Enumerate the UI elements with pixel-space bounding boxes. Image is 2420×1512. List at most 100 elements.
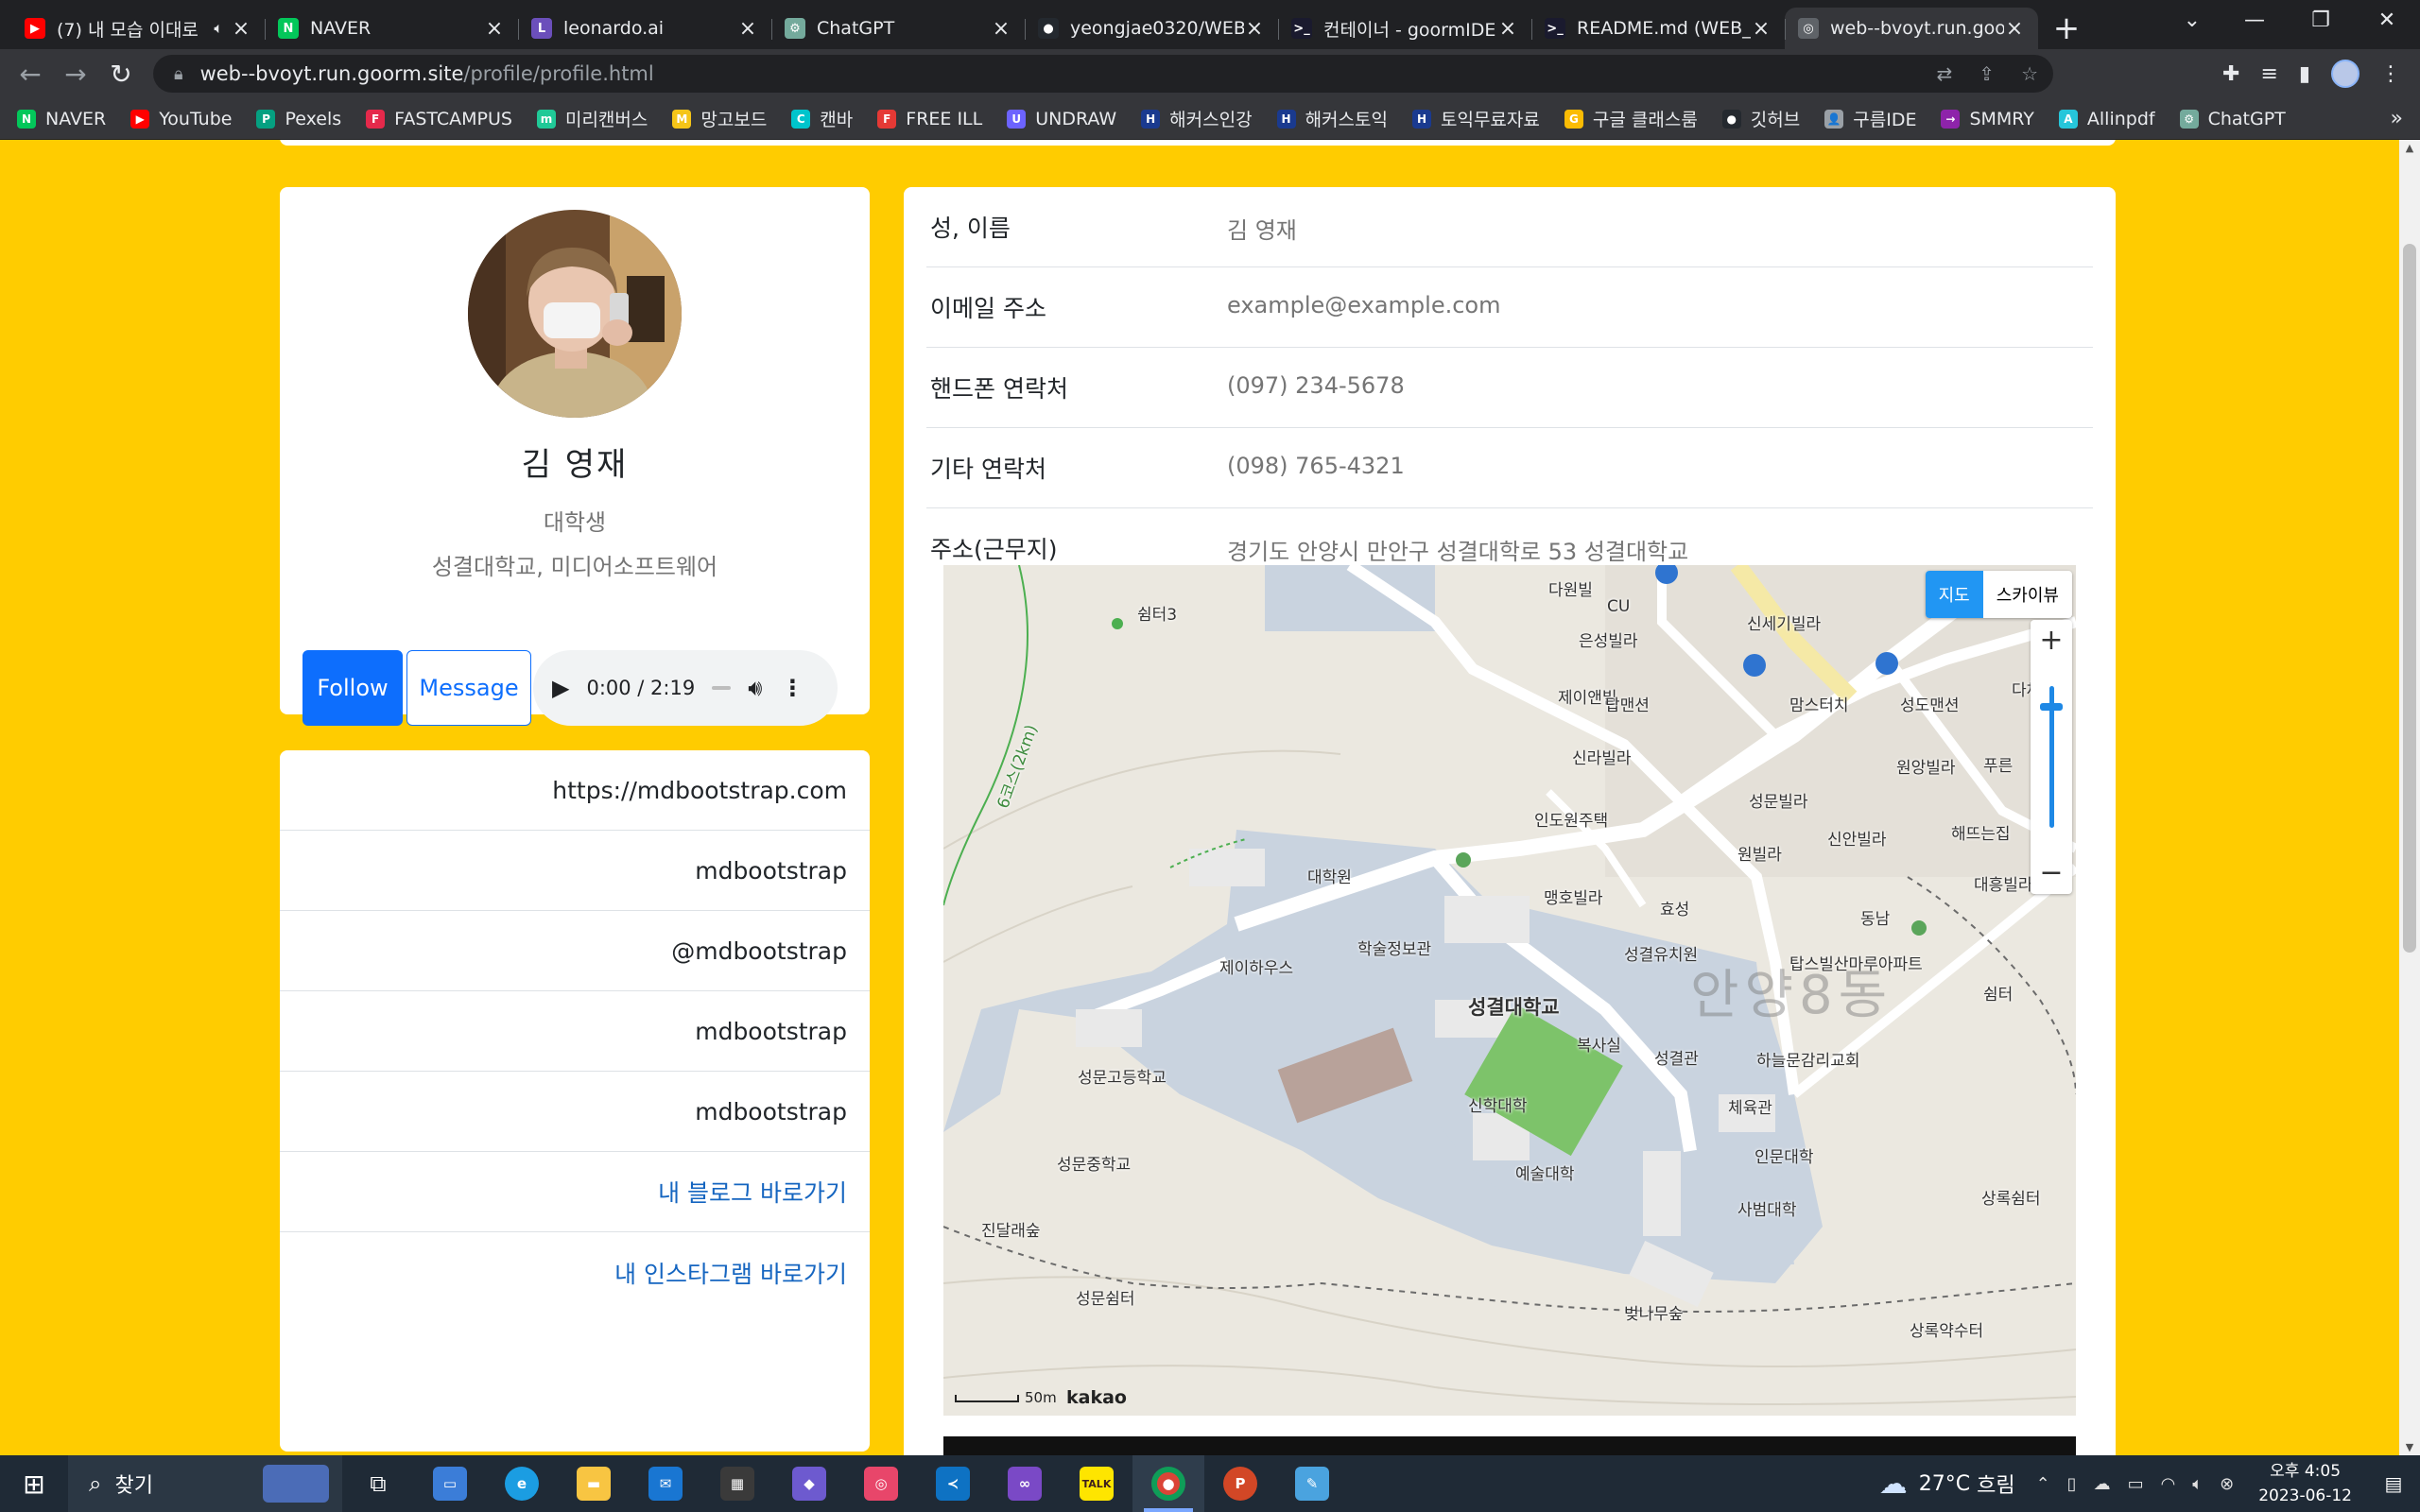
- map-place-label[interactable]: 성문쉼터: [1076, 1285, 1135, 1309]
- wifi-icon[interactable]: ◠: [2161, 1474, 2176, 1494]
- map-place-label[interactable]: 신안빌라: [1827, 826, 1887, 850]
- onedrive-icon[interactable]: ☁: [2094, 1474, 2111, 1494]
- map-type-map-button[interactable]: 지도: [1925, 571, 1983, 618]
- media-control-icon[interactable]: ≡: [2260, 62, 2277, 86]
- browser-tab[interactable]: >_ README.md (WEB_2 ×: [1531, 8, 1785, 49]
- map-place-label[interactable]: 성문고등학교: [1078, 1064, 1167, 1088]
- profile-avatar-icon[interactable]: [2331, 60, 2360, 88]
- bookmarks-overflow-icon[interactable]: »: [2391, 98, 2403, 140]
- follow-button[interactable]: Follow: [302, 650, 403, 726]
- address-bar[interactable]: 🔒︎ web--bvoyt.run.goorm.site/profile/pro…: [153, 55, 2053, 93]
- map-place-label[interactable]: 복사실: [1577, 1032, 1621, 1056]
- bookmark-item[interactable]: m 미리캔버스: [536, 106, 648, 131]
- bookmark-item[interactable]: ⚙ ChatGPT: [2179, 106, 2286, 131]
- zoom-in-button[interactable]: +: [2031, 620, 2072, 662]
- map-place-label[interactable]: 예술대학: [1515, 1160, 1575, 1184]
- bookmark-item[interactable]: F FREE ILL: [877, 106, 982, 131]
- browser-tab[interactable]: N NAVER ×: [265, 8, 518, 49]
- map-place-label[interactable]: 맘스터치: [1789, 692, 1849, 715]
- bookmark-item[interactable]: A Allinpdf: [2058, 106, 2155, 131]
- weather-widget[interactable]: ☁ 27°C 흐림: [1879, 1468, 2015, 1501]
- vscode-icon[interactable]: ≺: [917, 1455, 989, 1512]
- map-place-label[interactable]: 신학대학: [1468, 1092, 1528, 1116]
- map-place-label[interactable]: 성문빌라: [1749, 788, 1808, 812]
- tab-search-icon[interactable]: ⌄: [2184, 0, 2201, 42]
- link-row[interactable]: mdbootstrap: [280, 991, 870, 1072]
- map-place-label[interactable]: 진달래숲: [981, 1217, 1041, 1241]
- map-place-label[interactable]: 효성: [1660, 896, 1689, 919]
- bookmark-item[interactable]: 👤 구름IDE: [1824, 106, 1916, 131]
- file-explorer-icon[interactable]: ▬: [558, 1455, 630, 1512]
- map-place-label[interactable]: 원빌라: [1737, 841, 1782, 865]
- map-place-label[interactable]: 대흥빌라: [1974, 871, 2033, 895]
- kakao-map[interactable]: 쉼터3다원빌신세기빌라CU은성빌라제이앤빌탑맨션맘스터치성도맨션다채빌라신라빌라…: [943, 565, 2076, 1416]
- map-place-label[interactable]: 상록쉼터: [1981, 1185, 2041, 1209]
- new-tab-button[interactable]: +: [2038, 8, 2095, 49]
- app-icon-explorer-remote[interactable]: ▭: [414, 1455, 486, 1512]
- map-place-label[interactable]: 쉼터3: [1137, 601, 1177, 625]
- map-place-label[interactable]: 체육관: [1728, 1094, 1772, 1118]
- tab-close-icon[interactable]: ×: [484, 17, 505, 41]
- forward-icon[interactable]: →: [53, 59, 98, 90]
- map-place-label[interactable]: 원앙빌라: [1896, 754, 1956, 778]
- bookmark-item[interactable]: U UNDRAW: [1007, 106, 1116, 131]
- map-place-label[interactable]: 인문대학: [1754, 1143, 1814, 1167]
- message-button[interactable]: Message: [406, 650, 531, 726]
- tab-close-icon[interactable]: ×: [231, 17, 251, 41]
- bookmark-item[interactable]: H 해커스인강: [1141, 106, 1253, 131]
- bookmark-item[interactable]: → SMMRY: [1941, 106, 2034, 131]
- tab-audio-icon[interactable]: 🔈︎: [214, 19, 223, 38]
- audio-progress-bar[interactable]: [712, 686, 732, 690]
- notification-icon[interactable]: ▤: [2375, 1472, 2412, 1495]
- tab-close-icon[interactable]: ×: [2004, 17, 2025, 41]
- map-place-label[interactable]: 다원빌: [1548, 576, 1593, 600]
- map-place-label[interactable]: 사범대학: [1737, 1196, 1797, 1220]
- map-place-label[interactable]: 해뜨는집: [1951, 820, 2011, 844]
- browser-tab[interactable]: >_ 컨테이너 - goormIDE ×: [1278, 8, 1531, 49]
- powerpoint-icon[interactable]: P: [1204, 1455, 1276, 1512]
- tab-close-icon[interactable]: ×: [1244, 17, 1265, 41]
- kakaotalk-icon[interactable]: TALK: [1061, 1455, 1132, 1512]
- map-place-label[interactable]: 신라빌라: [1572, 745, 1632, 768]
- bookmark-item[interactable]: ● 깃허브: [1721, 106, 1800, 131]
- page-scrollbar[interactable]: ▲ ▼: [2399, 140, 2420, 1455]
- bookmark-star-icon[interactable]: ☆: [2021, 55, 2038, 93]
- map-place-label[interactable]: 학술정보관: [1357, 936, 1431, 959]
- map-place-label[interactable]: 성도맨션: [1900, 692, 1960, 715]
- side-panel-icon[interactable]: ▮: [2299, 62, 2310, 86]
- map-place-label[interactable]: 대학원: [1307, 864, 1352, 887]
- browser-tab[interactable]: ▶ (7) 내 모습 이대로 🔈︎ ×: [11, 8, 265, 49]
- bookmark-item[interactable]: P Pexels: [256, 106, 341, 131]
- minimize-icon[interactable]: —: [2221, 0, 2288, 43]
- map-place-label[interactable]: 신세기빌라: [1747, 610, 1821, 634]
- close-window-icon[interactable]: ✕: [2354, 0, 2420, 43]
- browser-tab[interactable]: Lleonardo.ai ×: [518, 8, 771, 49]
- bookmark-item[interactable]: G 구글 클래스룸: [1564, 106, 1698, 131]
- link-row[interactable]: mdbootstrap: [280, 1072, 870, 1152]
- map-place-label[interactable]: 성문중학교: [1057, 1151, 1131, 1175]
- bookmark-item[interactable]: F FASTCAMPUS: [366, 106, 512, 131]
- map-place-label[interactable]: 푸른: [1983, 752, 2013, 776]
- visual-studio-icon[interactable]: ∞: [989, 1455, 1061, 1512]
- taskbar-search[interactable]: ⌕ 찾기: [68, 1455, 342, 1512]
- map-place-label[interactable]: CU: [1607, 597, 1630, 616]
- link-row[interactable]: mdbootstrap: [280, 831, 870, 911]
- scroll-down-icon[interactable]: ▼: [2399, 1441, 2420, 1453]
- paint-icon[interactable]: ✎: [1276, 1455, 1348, 1512]
- tray-overflow-icon[interactable]: ⌃: [2036, 1474, 2050, 1494]
- tab-close-icon[interactable]: ×: [1497, 17, 1518, 41]
- security-icon[interactable]: ⊗: [2220, 1474, 2234, 1494]
- menu-kebab-icon[interactable]: ⋮: [2380, 62, 2401, 86]
- map-place-label[interactable]: 성결대학교: [1468, 992, 1560, 1021]
- map-place-label[interactable]: 맹호빌라: [1544, 885, 1603, 908]
- tab-close-icon[interactable]: ×: [991, 17, 1011, 41]
- tab-close-icon[interactable]: ×: [1751, 17, 1772, 41]
- browser-tab[interactable]: ⚙ ChatGPT ×: [771, 8, 1025, 49]
- map-place-label[interactable]: 성결관: [1654, 1045, 1699, 1069]
- map-place-label[interactable]: 제이하우스: [1219, 954, 1293, 978]
- store-icon[interactable]: ▦: [701, 1455, 773, 1512]
- zoom-handle[interactable]: [2040, 703, 2063, 711]
- browser-tab[interactable]: ◎ web--bvoyt.run.goorm×: [1785, 8, 2038, 49]
- audio-more-icon[interactable]: ⋮: [781, 675, 804, 701]
- phone-link-icon[interactable]: ▯: [2067, 1474, 2077, 1494]
